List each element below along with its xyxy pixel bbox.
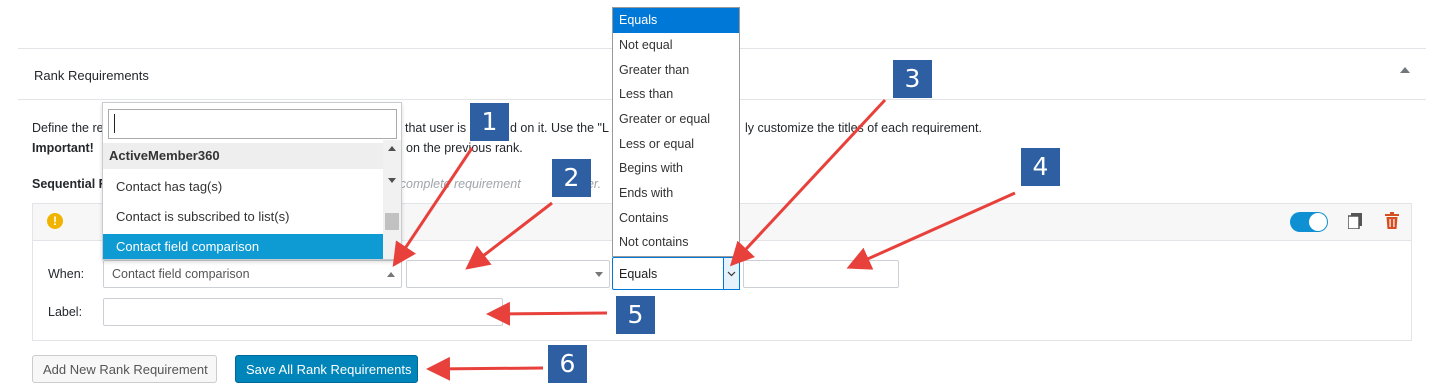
annotation-badge-5: 5 xyxy=(616,296,655,334)
annotation-badge-4: 4 xyxy=(1021,148,1060,186)
arrow-6 xyxy=(426,356,544,381)
arrow-4 xyxy=(846,191,1016,270)
arrow-3 xyxy=(729,98,887,267)
arrow-1 xyxy=(392,147,474,267)
annotation-badge-6: 6 xyxy=(548,345,587,383)
arrow-2 xyxy=(465,201,553,270)
annotation-badge-3: 3 xyxy=(893,60,932,98)
annotation-arrows xyxy=(392,98,1016,381)
annotation-badge-1: 1 xyxy=(470,103,509,141)
arrow-5 xyxy=(486,301,608,326)
annotation-badge-2: 2 xyxy=(552,159,591,197)
